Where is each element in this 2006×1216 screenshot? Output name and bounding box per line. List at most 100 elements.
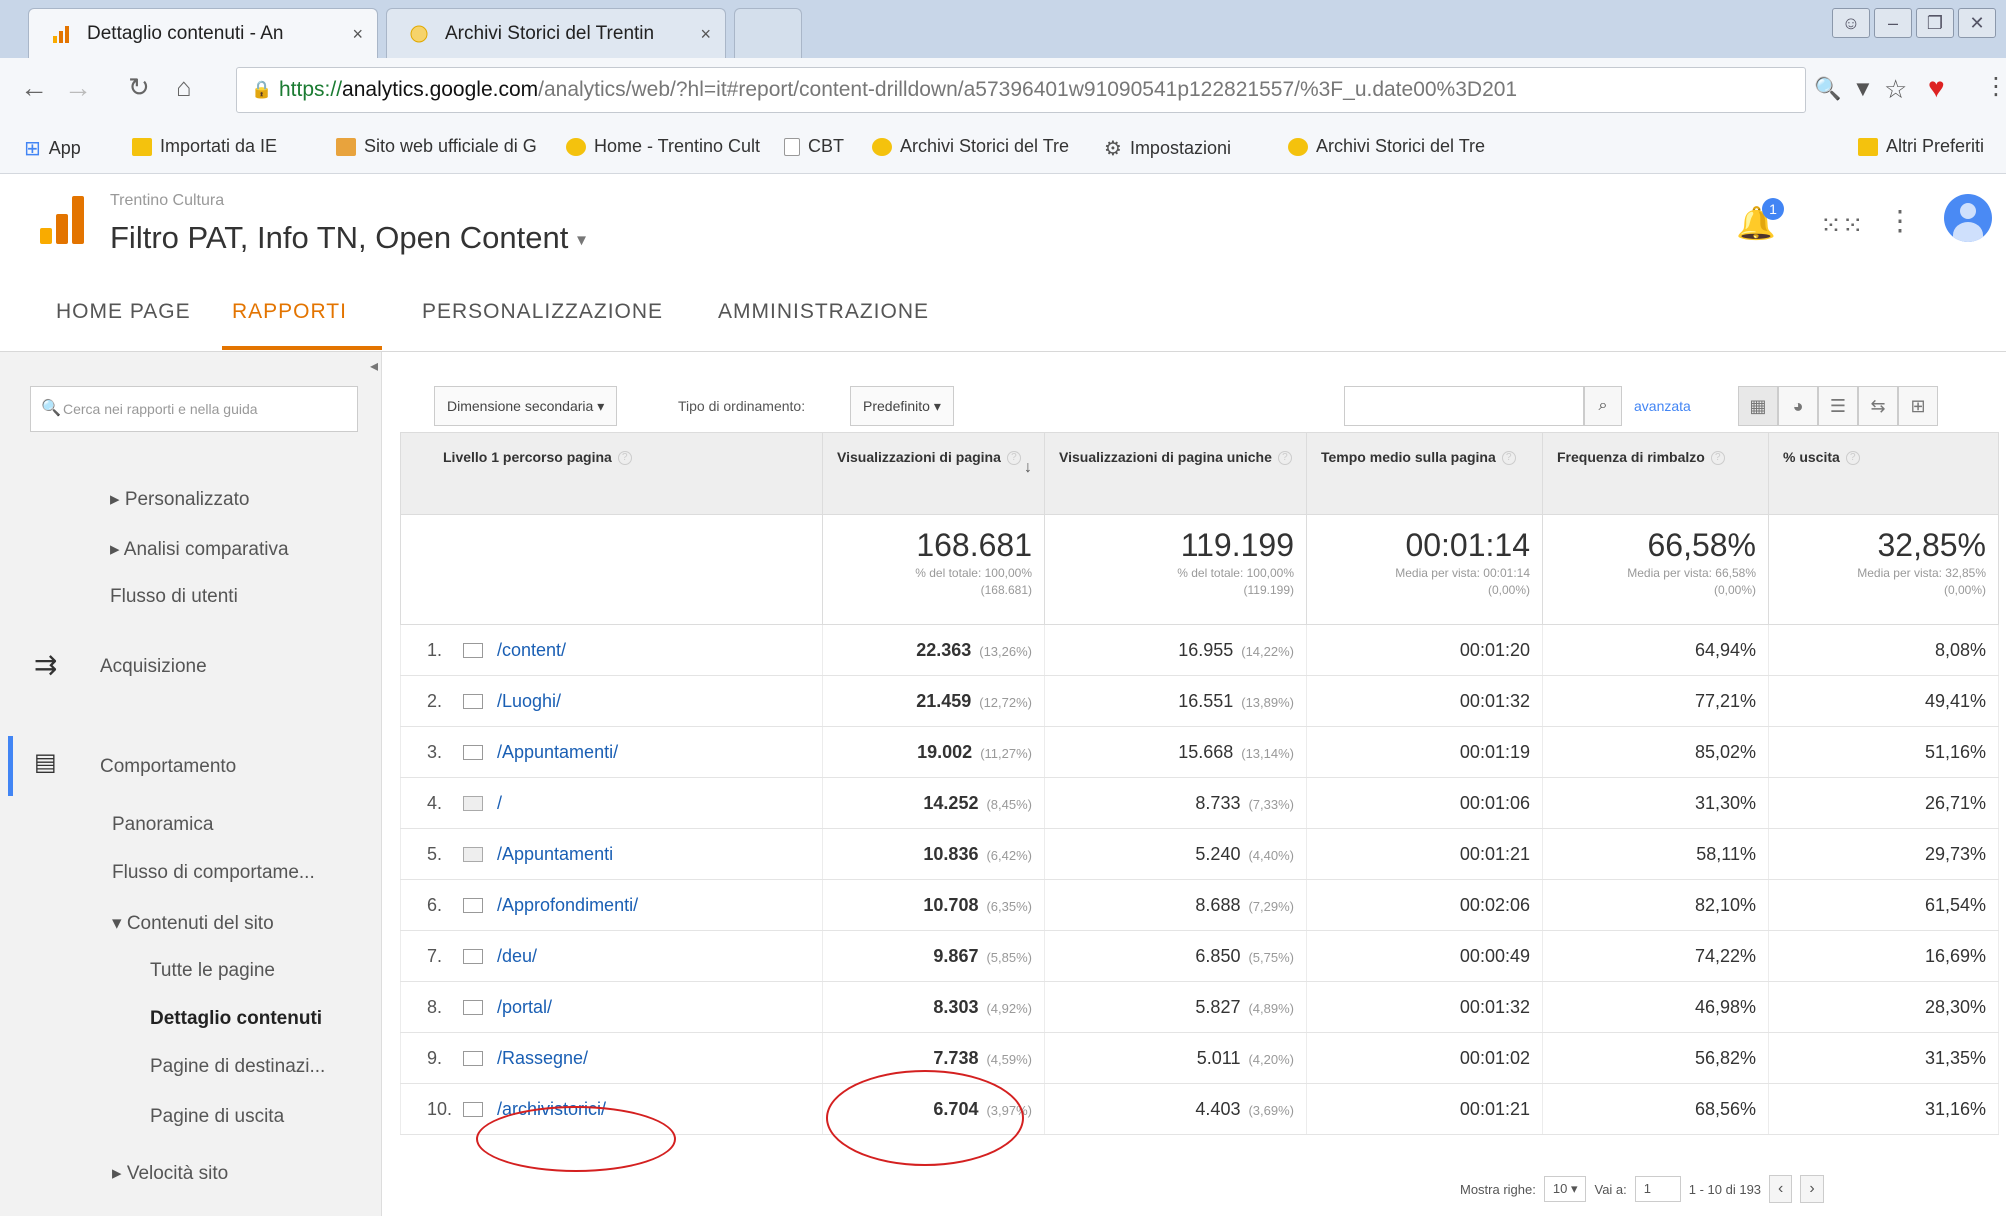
page-path-link[interactable]: / <box>497 793 502 813</box>
user-icon[interactable]: ☺ <box>1832 8 1870 38</box>
sidebar-item-flusso-comportamento[interactable]: Flusso di comportame... <box>112 862 315 884</box>
bookmark-archivi-1[interactable]: Archivi Storici del Tre <box>872 136 1069 157</box>
home-icon[interactable]: ⌂ <box>176 72 192 103</box>
apps-grid-icon[interactable]: ⁙⁙ <box>1820 210 1864 241</box>
comparison-view-icon[interactable]: ⇆ <box>1858 386 1898 426</box>
help-icon[interactable]: ? <box>1845 451 1860 466</box>
url-input[interactable]: 🔒 https://analytics.google.com/analytics… <box>236 67 1806 113</box>
sidebar-item-dettaglio-contenuti[interactable]: Dettaglio contenuti <box>150 1008 322 1030</box>
tab-amministrazione[interactable]: AMMINISTRAZIONE <box>718 300 929 324</box>
restore-icon[interactable]: ❐ <box>1916 8 1954 38</box>
tab-home-page[interactable]: HOME PAGE <box>56 300 191 324</box>
site-icon <box>566 137 586 156</box>
sidebar-item-panoramica[interactable]: Panoramica <box>112 814 213 836</box>
search-icon[interactable]: ⌕ <box>1584 386 1622 426</box>
bookmark-archivi-2[interactable]: Archivi Storici del Tre <box>1288 136 1485 157</box>
sidebar-item-comportamento[interactable]: Comportamento <box>100 756 236 778</box>
folder-icon[interactable] <box>463 897 483 913</box>
tab-rapporti[interactable]: RAPPORTI <box>232 300 347 324</box>
bookmark-star-icon[interactable]: ☆ <box>1884 74 1907 105</box>
performance-view-icon[interactable]: ☰ <box>1818 386 1858 426</box>
bookmark-home-trentino[interactable]: Home - Trentino Cult <box>566 136 760 157</box>
bookmark-apps[interactable]: ⊞ App <box>24 136 81 161</box>
pie-view-icon[interactable]: ◕ <box>1778 386 1818 426</box>
page-path-link[interactable]: /Approfondimenti/ <box>497 895 638 915</box>
page-path-link[interactable]: /deu/ <box>497 946 537 966</box>
page-path-link[interactable]: /content/ <box>497 640 566 660</box>
help-icon[interactable]: ? <box>617 451 632 466</box>
collapse-sidebar-icon[interactable]: ◂ <box>370 356 378 376</box>
column-header-pageviews[interactable]: Visualizzazioni di pagina? ↓ <box>822 432 1045 515</box>
next-page-icon[interactable]: › <box>1800 1175 1824 1203</box>
pageviews-percent: (13,26%) <box>979 643 1032 659</box>
sort-type-dropdown[interactable]: Predefinito ▾ <box>850 386 954 426</box>
filter-icon[interactable]: ▼ <box>1852 76 1874 102</box>
folder-icon[interactable] <box>463 642 483 658</box>
page-icon[interactable] <box>463 846 483 862</box>
table-view-icon[interactable]: ▦ <box>1738 386 1778 426</box>
close-window-icon[interactable]: ✕ <box>1958 8 1996 38</box>
sidebar-item-pagine-uscita[interactable]: Pagine di uscita <box>150 1106 284 1128</box>
sidebar-item-analisi[interactable]: ▸ Analisi comparativa <box>110 538 289 561</box>
folder-icon[interactable] <box>463 948 483 964</box>
sidebar-item-contenuti-sito[interactable]: ▾ Contenuti del sito <box>112 912 274 935</box>
help-icon[interactable]: ? <box>1710 451 1725 466</box>
pivot-view-icon[interactable]: ⊞ <box>1898 386 1938 426</box>
menu-dots-icon[interactable]: ⋮ <box>1886 204 1914 237</box>
help-icon[interactable]: ? <box>1501 451 1516 466</box>
sidebar-item-tutte-pagine[interactable]: Tutte le pagine <box>150 960 275 982</box>
page-path-link[interactable]: /Luoghi/ <box>497 691 561 711</box>
avatar[interactable] <box>1944 194 1992 242</box>
extension-icon[interactable]: ♥ <box>1928 72 1945 104</box>
folder-icon[interactable] <box>463 693 483 709</box>
sidebar-item-pagine-destinazione[interactable]: Pagine di destinazi... <box>150 1056 325 1078</box>
column-header-avg-time[interactable]: Tempo medio sulla pagina? <box>1306 432 1543 515</box>
table-filter-input[interactable] <box>1344 386 1584 426</box>
sidebar-item-personalizzato[interactable]: ▸ Personalizzato <box>110 488 249 511</box>
folder-icon[interactable] <box>463 999 483 1015</box>
sidebar-item-flusso-utenti[interactable]: Flusso di utenti <box>110 586 238 608</box>
bookmark-altri[interactable]: Altri Preferiti <box>1858 136 1984 157</box>
sidebar-item-acquisizione[interactable]: Acquisizione <box>100 656 207 678</box>
avg-time-cell: 00:01:06 <box>1306 777 1543 829</box>
tab-archivi-storici[interactable]: Archivi Storici del Trentin × <box>386 8 726 58</box>
tab-close-icon[interactable]: × <box>700 9 711 59</box>
bookmark-sito-ufficiale[interactable]: Sito web ufficiale di G <box>336 136 537 157</box>
column-header-unique-pageviews[interactable]: Visualizzazioni di pagina uniche? <box>1044 432 1307 515</box>
zoom-icon[interactable]: 🔍 <box>1814 76 1841 102</box>
tab-personalizzazione[interactable]: PERSONALIZZAZIONE <box>422 300 663 324</box>
secondary-dimension-dropdown[interactable]: Dimensione secondaria ▾ <box>434 386 618 426</box>
page-path-link[interactable]: /Rassegne/ <box>497 1048 588 1068</box>
menu-dots-icon[interactable]: ⋮ <box>1984 72 2006 101</box>
forward-icon[interactable]: → <box>64 72 92 104</box>
bookmark-cbt[interactable]: CBT <box>784 136 844 157</box>
prev-page-icon[interactable]: ‹ <box>1769 1175 1793 1203</box>
folder-icon[interactable] <box>463 1101 483 1117</box>
sidebar-item-velocita[interactable]: ▸ Velocità sito <box>112 1162 228 1185</box>
help-icon[interactable]: ? <box>1277 451 1292 466</box>
column-header-dimension[interactable]: Livello 1 percorso pagina? <box>400 432 823 515</box>
help-icon[interactable]: ? <box>1006 451 1021 466</box>
page-path-link[interactable]: /portal/ <box>497 997 552 1017</box>
bookmark-impostazioni[interactable]: ⚙ Impostazioni <box>1104 136 1231 161</box>
sidebar-search-input[interactable]: 🔍 Cerca nei rapporti e nella guida <box>30 386 358 432</box>
folder-icon[interactable] <box>463 744 483 760</box>
page-path-link[interactable]: /Appuntamenti/ <box>497 742 618 762</box>
new-tab-button[interactable] <box>734 8 802 58</box>
column-header-exit[interactable]: % uscita? <box>1768 432 1999 515</box>
tab-dettaglio-contenuti[interactable]: Dettaglio contenuti - An × <box>28 8 378 58</box>
rows-per-page-select[interactable]: 10 ▾ <box>1543 1176 1587 1202</box>
property-selector[interactable]: Filtro PAT, Info TN, Open Content ▾ <box>110 220 586 256</box>
back-icon[interactable]: ← <box>20 72 48 104</box>
reload-icon[interactable]: ↻ <box>128 72 150 103</box>
folder-icon[interactable] <box>463 1050 483 1066</box>
page-path-link[interactable]: /Appuntamenti <box>497 844 613 864</box>
page-icon[interactable] <box>463 795 483 811</box>
column-header-bounce-rate[interactable]: Frequenza di rimbalzo? <box>1542 432 1769 515</box>
tab-close-icon[interactable]: × <box>352 9 363 59</box>
goto-page-input[interactable]: 1 <box>1634 1176 1681 1202</box>
advanced-filter-link[interactable]: avanzata <box>1634 386 1691 426</box>
minimize-icon[interactable]: – <box>1874 8 1912 38</box>
bookmark-importati[interactable]: Importati da IE <box>132 136 277 157</box>
page-path-link[interactable]: /archivistorici/ <box>497 1099 606 1119</box>
